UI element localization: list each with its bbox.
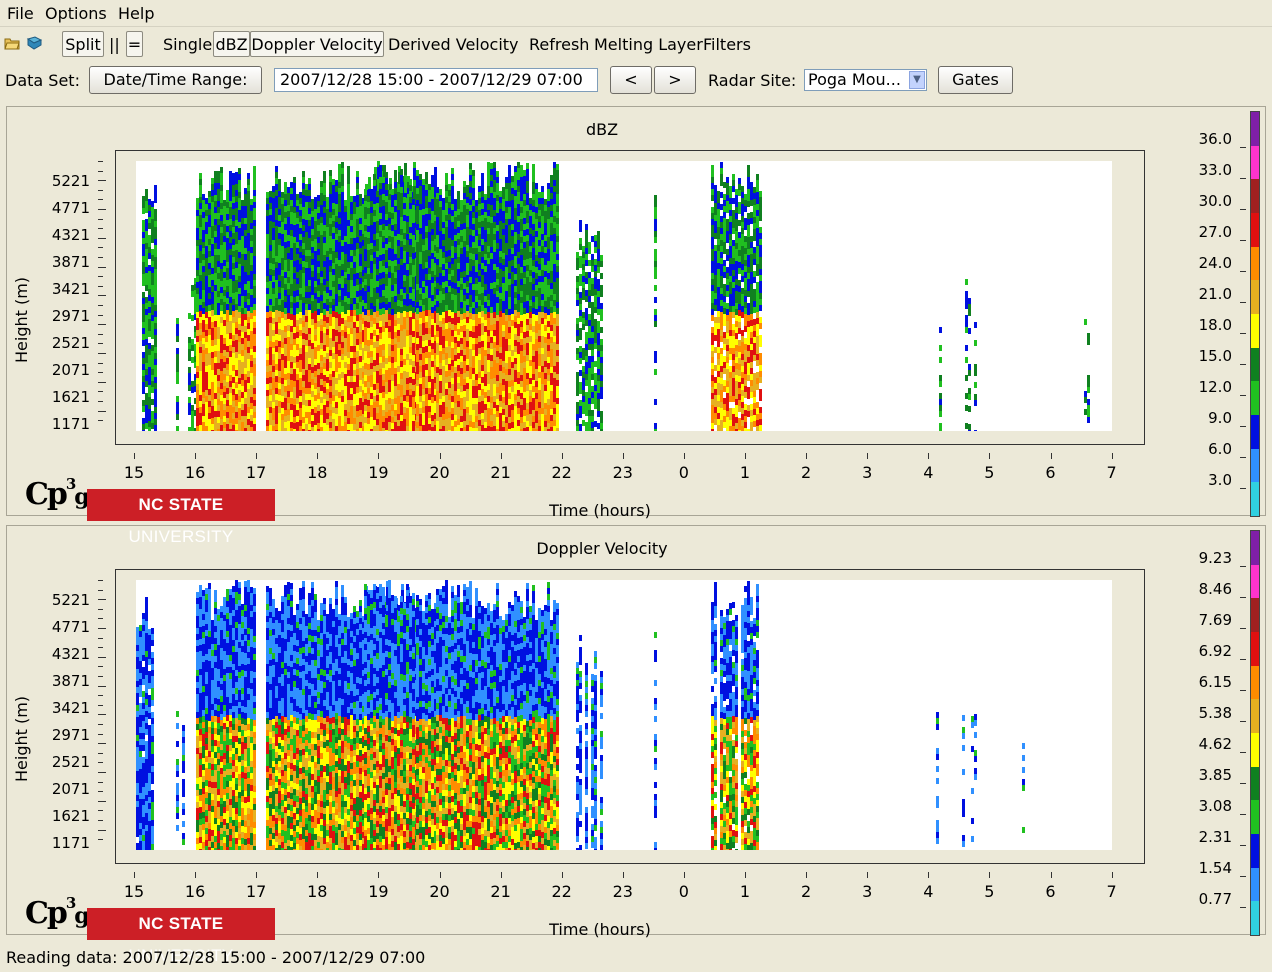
refresh-button[interactable]: Refresh [529,35,589,54]
doppler-velocity-toggle[interactable]: Doppler Velocity [250,31,384,57]
radar-site-value: Poga Mou... [808,70,901,89]
dbz-plot-area [115,150,1145,445]
book-icon[interactable] [26,36,42,50]
melting-layer-button[interactable]: Melting Layer [594,35,703,54]
radar-site-select[interactable]: Poga Mou... ▼ [804,69,927,91]
filters-button[interactable]: Filters [703,35,751,54]
split-button[interactable]: Split [62,31,104,57]
radar-pixel [176,378,179,384]
horizontal-split-button[interactable]: = [126,31,143,57]
date-time-range-button[interactable]: Date/Time Range: [89,66,262,94]
radar-pixel [176,426,179,431]
date-range-field[interactable]: 2007/12/28 15:00 - 2007/12/29 07:00 [274,68,598,92]
single-button[interactable]: Single [163,35,212,54]
radar-pixel [176,336,179,342]
dbz-y-axis-title: Height (m) [12,277,31,363]
vertical-split-button[interactable]: || [109,35,120,54]
dbz-plot-title: dBZ [7,120,1197,139]
menu-options[interactable]: Options [45,4,107,23]
radar-pixel [154,197,157,203]
previous-range-button[interactable]: < [610,66,652,94]
open-folder-icon[interactable] [4,36,20,50]
next-range-button[interactable]: > [654,66,696,94]
dataset-label: Data Set: [5,71,80,90]
gates-button[interactable]: Gates [938,66,1013,94]
menu-help[interactable]: Help [118,4,154,23]
dbz-radar-image [136,161,1112,431]
radar-pixel [253,430,256,431]
menu-file[interactable]: File [7,4,34,23]
radar-pixel [176,414,179,420]
menu-bar: File Options Help [0,0,1272,27]
radar-site-label: Radar Site: [708,71,796,90]
dbz-toggle[interactable]: dBZ [213,31,250,57]
derived-velocity-button[interactable]: Derived Velocity [388,35,519,54]
radar-pixel [154,425,157,431]
toolbar: Split || = Single dBZ Doppler Velocity D… [0,28,1272,62]
radar-pixel [142,430,145,431]
dbz-panel: dBZ Height (m) 5221477143213871342129712… [6,106,1266,516]
chevron-down-icon[interactable]: ▼ [909,71,925,89]
